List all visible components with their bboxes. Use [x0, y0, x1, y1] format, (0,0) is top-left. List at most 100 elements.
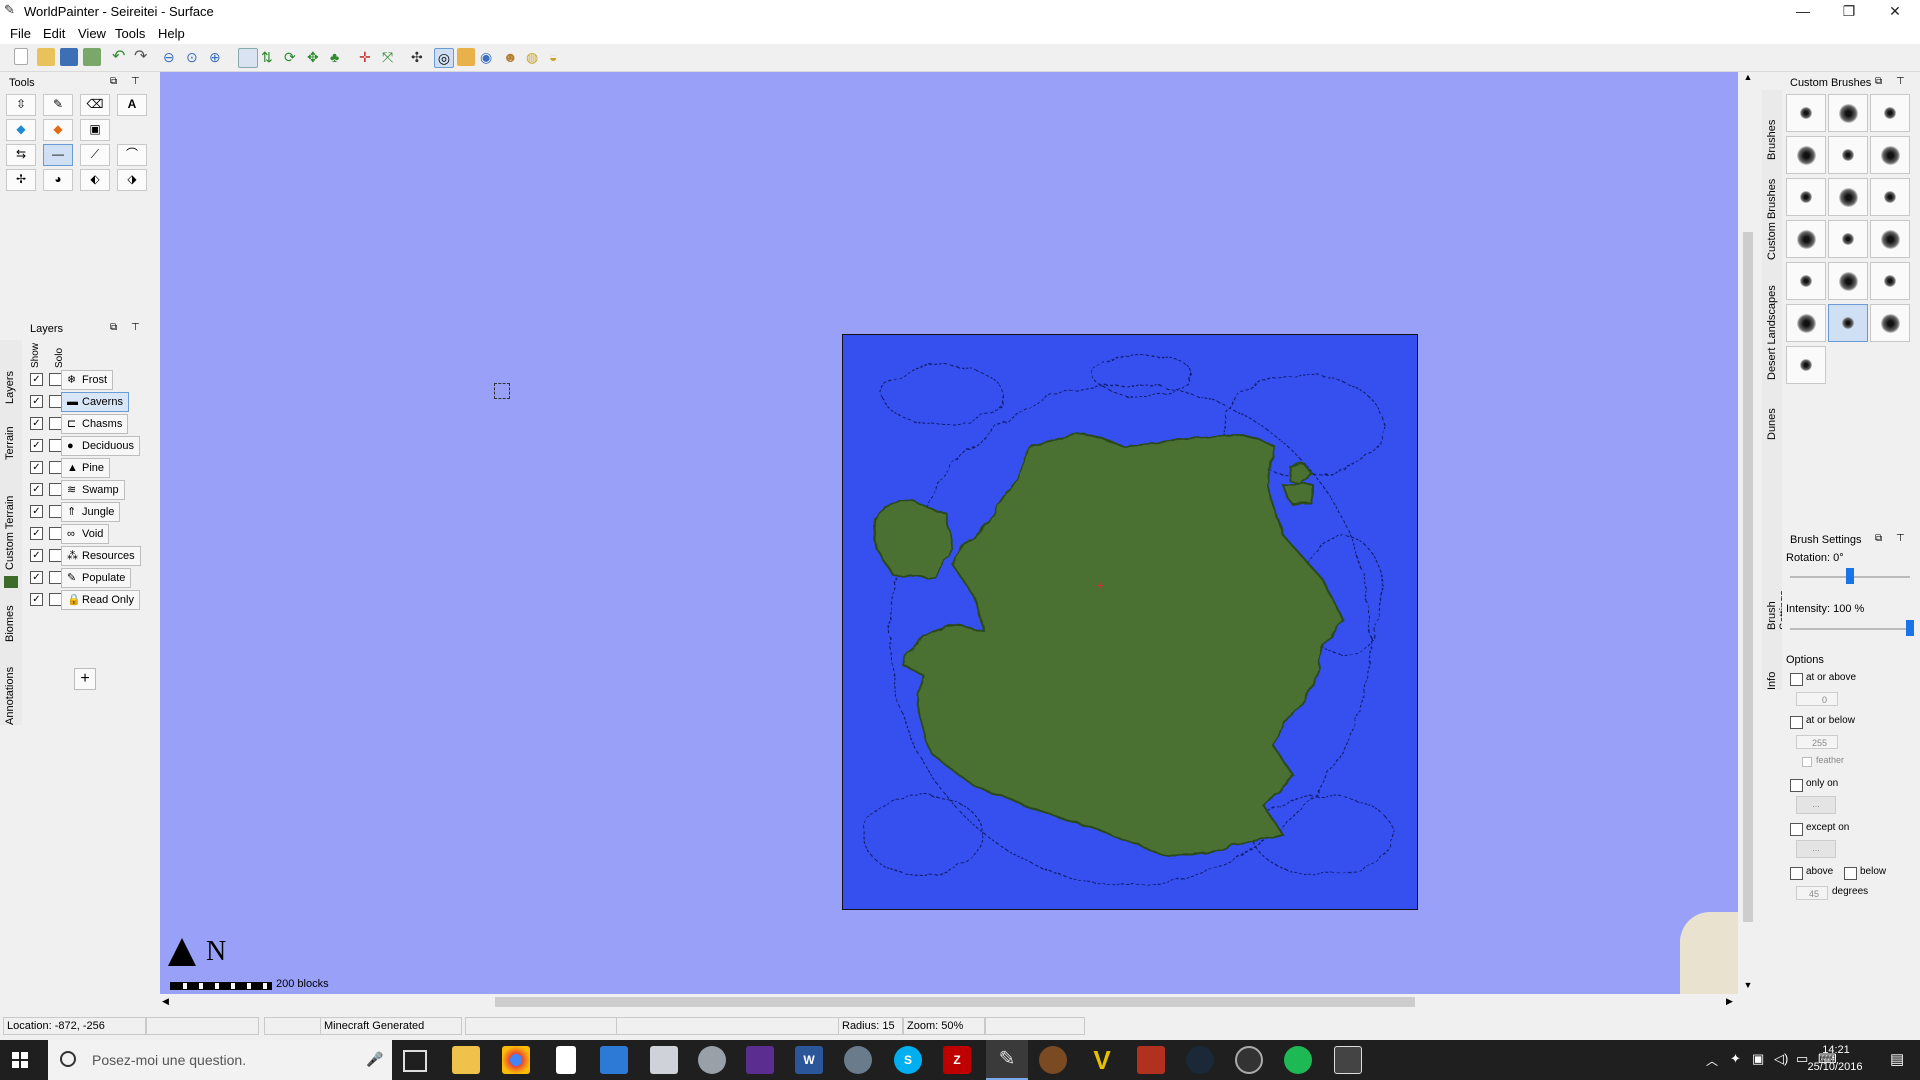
save-icon[interactable] [60, 48, 78, 66]
at-or-above-input[interactable]: 0 [1796, 692, 1838, 706]
horizontal-scroll-thumb[interactable] [495, 997, 1415, 1007]
below-checkbox[interactable] [1844, 867, 1857, 880]
close-button[interactable]: ✕ [1872, 0, 1918, 23]
brush-swatch[interactable] [1786, 346, 1826, 384]
brush-swatch[interactable] [1828, 220, 1868, 258]
image-icon[interactable] [457, 48, 475, 66]
expand-icon[interactable]: ⤧ [382, 48, 400, 66]
map-view[interactable]: + N 200 blocks [160, 72, 1738, 994]
level-tool[interactable]: — [43, 144, 73, 166]
civ-icon[interactable] [1039, 1046, 1067, 1074]
layer-button-void[interactable]: ∞ Void [61, 524, 110, 544]
winamp-icon[interactable] [746, 1046, 774, 1074]
pin-panel-icon[interactable]: ⊤ [131, 76, 140, 87]
layer-button-caverns[interactable]: ▬ Caverns [61, 392, 129, 412]
float-panel-icon[interactable]: ⧉ [110, 76, 117, 87]
spray-tool[interactable]: ⬗ [117, 169, 147, 191]
steam-icon[interactable] [1186, 1046, 1214, 1074]
brush-swatch[interactable] [1870, 136, 1910, 174]
sponge-tool[interactable]: ▣ [80, 119, 110, 141]
brush-swatch[interactable] [1786, 304, 1826, 342]
maximize-button[interactable]: ❐ [1826, 0, 1872, 23]
feather-checkbox[interactable] [1802, 757, 1812, 767]
smooth-tool[interactable]: ⌒ [117, 144, 147, 166]
intensity-slider-thumb[interactable] [1906, 620, 1914, 636]
layer-show-checkbox[interactable]: ✓ [30, 549, 43, 562]
layer-show-checkbox[interactable]: ✓ [30, 593, 43, 606]
spotify-icon[interactable] [1284, 1046, 1312, 1074]
at-or-above-checkbox[interactable] [1790, 673, 1803, 686]
water-tool[interactable]: ◆ [6, 119, 36, 141]
brush-swatch[interactable] [1786, 262, 1826, 300]
search-box[interactable]: Posez-moi une question. 🎤 [48, 1040, 392, 1080]
brush-swatch[interactable] [1828, 136, 1868, 174]
rotation-slider-thumb[interactable] [1846, 568, 1854, 584]
worldpainter-taskbar-button[interactable]: ✎ [986, 1040, 1028, 1080]
brush-swatch[interactable] [1828, 304, 1868, 342]
menu-view[interactable]: View [78, 26, 106, 41]
fill-tool[interactable]: ⬖ [80, 169, 110, 191]
layer-button-resources[interactable]: ⁂ Resources [61, 546, 141, 566]
control-panel-icon[interactable] [600, 1046, 628, 1074]
slope-tool[interactable]: ⟋ [80, 144, 110, 166]
vertical-scroll-thumb[interactable] [1743, 232, 1753, 922]
dimension-icon[interactable]: ♣ [330, 48, 348, 66]
except-on-checkbox[interactable] [1790, 823, 1803, 836]
obs-icon[interactable] [1235, 1046, 1263, 1074]
media-icon[interactable] [698, 1046, 726, 1074]
layer-show-checkbox[interactable]: ✓ [30, 373, 43, 386]
volume-icon[interactable]: ◁) [1774, 1051, 1788, 1067]
tab-desert-landscapes[interactable]: Desert Landscapes [1766, 270, 1778, 380]
tab-custom-terrain[interactable]: Custom Terrain [4, 470, 16, 570]
zoom-out-icon[interactable]: ⊖ [163, 48, 181, 66]
menu-help[interactable]: Help [158, 26, 185, 41]
height-icon[interactable]: ⇅ [261, 48, 279, 66]
only-on-checkbox[interactable] [1790, 779, 1803, 792]
brush-swatch[interactable] [1786, 94, 1826, 132]
pin-panel-icon[interactable]: ⊤ [1896, 533, 1905, 544]
flatten-tool[interactable]: ⇆ [6, 144, 36, 166]
brush-swatch[interactable] [1870, 220, 1910, 258]
tray-expand-icon[interactable]: ︿ [1706, 1052, 1718, 1069]
layer-button-read-only[interactable]: 🔒Read Only [61, 590, 140, 610]
file-explorer-icon[interactable] [452, 1046, 480, 1074]
chrome-icon[interactable] [502, 1046, 530, 1074]
layer-show-checkbox[interactable]: ✓ [30, 505, 43, 518]
add-layer-button[interactable]: + [74, 668, 96, 690]
layer-button-chasms[interactable]: ⊏ Chasms [61, 414, 129, 434]
layer-show-checkbox[interactable]: ✓ [30, 571, 43, 584]
world-tile[interactable]: + [842, 334, 1418, 910]
v-app-icon[interactable]: V [1088, 1046, 1116, 1074]
microphone-icon[interactable]: 🎤 [366, 1051, 383, 1068]
layer-button-jungle[interactable]: ⇑ Jungle [61, 502, 121, 522]
layer-button-deciduous[interactable]: ● Deciduous [61, 436, 140, 456]
action-center-icon[interactable]: ▤ [1890, 1050, 1904, 1068]
pencil-tool[interactable]: ✎ [43, 94, 73, 116]
game-icon[interactable] [1137, 1046, 1165, 1074]
scroll-left-icon[interactable]: ◀ [162, 996, 169, 1007]
rotate-icon[interactable]: ⟳ [284, 48, 302, 66]
pin-panel-icon[interactable]: ⊤ [1896, 76, 1905, 87]
grid-icon[interactable] [238, 48, 258, 68]
eraser-tool[interactable]: ⌫ [80, 94, 110, 116]
tab-brushes[interactable]: Brushes [1766, 100, 1778, 160]
target-icon[interactable]: ◎ [434, 48, 454, 68]
vertical-scrollbar[interactable]: ▲ ▼ [1740, 72, 1756, 994]
layer-show-checkbox[interactable]: ✓ [30, 417, 43, 430]
brush-swatch[interactable] [1870, 94, 1910, 132]
minimize-button[interactable]: — [1780, 0, 1826, 23]
mountain-tool[interactable]: ◕ [43, 169, 73, 191]
intensity-slider-track[interactable] [1790, 628, 1910, 630]
layer-button-populate[interactable]: ✎ Populate [61, 568, 132, 588]
brush-swatch[interactable] [1786, 136, 1826, 174]
at-or-below-checkbox[interactable] [1790, 716, 1803, 729]
person-icon[interactable]: ☻ [503, 48, 521, 66]
tab-custom-brushes[interactable]: Custom Brushes [1766, 170, 1778, 260]
layer-show-checkbox[interactable]: ✓ [30, 483, 43, 496]
move-icon[interactable]: ✣ [411, 48, 429, 66]
filezilla-icon[interactable]: Z [943, 1046, 971, 1074]
open-folder-icon[interactable] [37, 48, 55, 66]
scroll-down-icon[interactable]: ▼ [1740, 980, 1756, 992]
shift-icon[interactable]: ✥ [307, 48, 325, 66]
export-icon[interactable] [83, 48, 101, 66]
